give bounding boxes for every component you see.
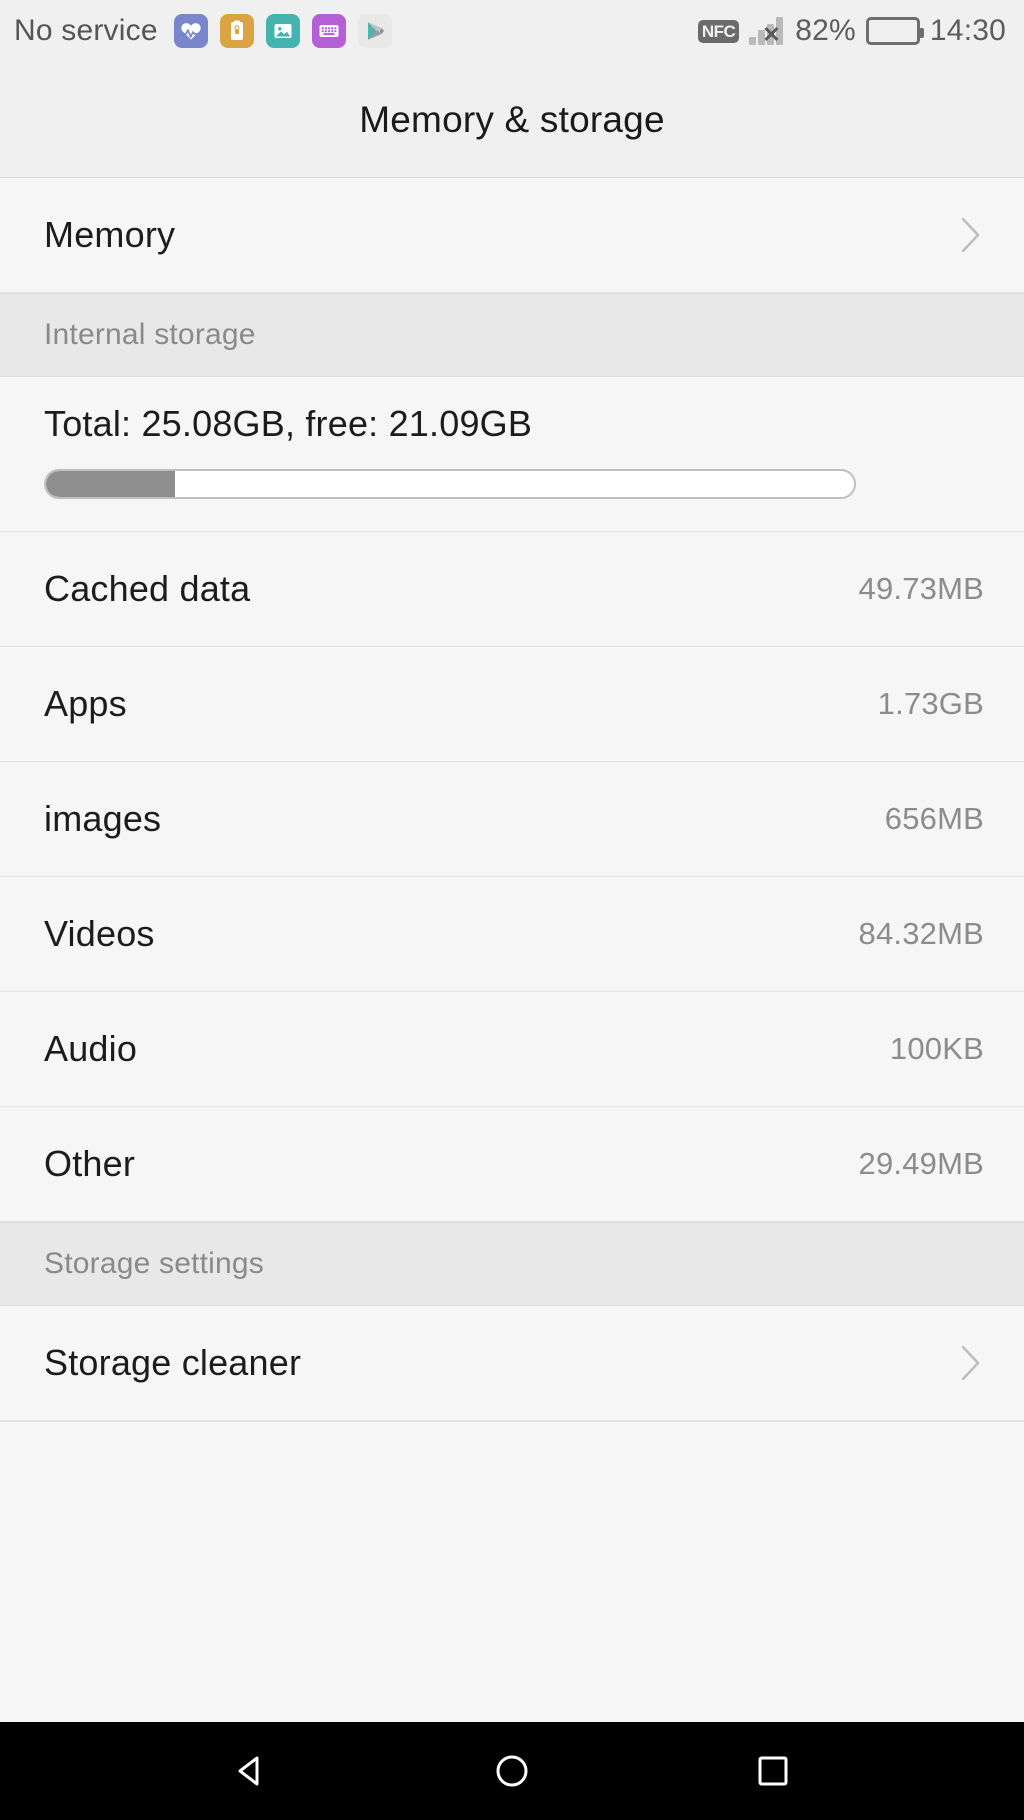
storage-category-value: 84.32MB bbox=[858, 916, 984, 951]
battery-icon bbox=[865, 17, 924, 45]
memory-label: Memory bbox=[44, 214, 176, 255]
chevron-right-icon bbox=[958, 213, 984, 257]
storage-category-value: 656MB bbox=[884, 801, 984, 836]
storage-cleaner-label: Storage cleaner bbox=[44, 1342, 302, 1383]
carrier-label: No service bbox=[14, 14, 158, 47]
status-bar-right: NFC ✕ 82% 14:30 bbox=[697, 14, 1006, 48]
storage-usage-progressbar bbox=[44, 469, 856, 499]
home-button[interactable] bbox=[464, 1722, 560, 1820]
storage-category-value: 49.73MB bbox=[858, 571, 984, 606]
status-bar-left: No service bbox=[14, 14, 698, 48]
play-store-icon bbox=[357, 14, 392, 48]
storage-category-label: Other bbox=[44, 1143, 136, 1184]
storage-category-value: 100KB bbox=[889, 1031, 984, 1066]
title-bar: Memory & storage bbox=[0, 62, 1024, 178]
section-header-internal-storage: Internal storage bbox=[0, 293, 1024, 377]
list-item-storage-category[interactable]: Audio 100KB bbox=[0, 992, 1024, 1107]
clock-label: 14:30 bbox=[929, 14, 1006, 47]
back-button[interactable] bbox=[203, 1722, 299, 1820]
system-navigation-bar bbox=[0, 1722, 1024, 1820]
section-header-storage-settings: Storage settings bbox=[0, 1222, 1024, 1306]
page-title: Memory & storage bbox=[359, 98, 665, 140]
list-item-storage-category[interactable]: Other 29.49MB bbox=[0, 1107, 1024, 1222]
settings-list: Memory Internal storage Total: 25.08GB, … bbox=[0, 178, 1024, 1722]
list-item-storage-category[interactable]: Cached data 49.73MB bbox=[0, 532, 1024, 647]
phone-screen: No service NFC ✕ 82% 14:30 Memory & stor… bbox=[0, 0, 1024, 1820]
storage-category-value: 29.49MB bbox=[858, 1146, 984, 1181]
storage-totals-label: Total: 25.08GB, free: 21.09GB bbox=[44, 403, 533, 444]
storage-category-value: 1.73GB bbox=[877, 686, 984, 721]
battery-percent-label: 82% bbox=[795, 14, 856, 47]
keyboard-icon bbox=[311, 14, 346, 48]
list-bottom-spacer bbox=[0, 1421, 1024, 1722]
section-header-label: Storage settings bbox=[44, 1247, 264, 1280]
storage-category-label: Cached data bbox=[44, 568, 251, 609]
storage-usage-fill bbox=[46, 471, 176, 497]
storage-category-label: Audio bbox=[44, 1028, 138, 1069]
gallery-icon bbox=[265, 14, 300, 48]
list-item-storage-category[interactable]: Apps 1.73GB bbox=[0, 647, 1024, 762]
chevron-right-icon bbox=[958, 1341, 984, 1385]
storage-breakdown-list: Cached data 49.73MB Apps 1.73GB images 656MB V… bbox=[0, 532, 1024, 1222]
storage-category-label: Apps bbox=[44, 683, 127, 724]
section-header-label: Internal storage bbox=[44, 318, 256, 351]
notification-icons bbox=[173, 14, 392, 48]
file-lock-icon bbox=[219, 14, 254, 48]
internal-storage-summary: Total: 25.08GB, free: 21.09GB bbox=[0, 377, 1024, 532]
nfc-icon: NFC bbox=[697, 19, 740, 43]
health-icon bbox=[173, 14, 208, 48]
list-item-memory[interactable]: Memory bbox=[0, 178, 1024, 293]
list-item-storage-cleaner[interactable]: Storage cleaner bbox=[0, 1306, 1024, 1421]
status-bar: No service NFC ✕ 82% 14:30 bbox=[0, 0, 1024, 62]
list-item-storage-category[interactable]: images 656MB bbox=[0, 762, 1024, 877]
list-item-storage-category[interactable]: Videos 84.32MB bbox=[0, 877, 1024, 992]
storage-category-label: Videos bbox=[44, 913, 155, 954]
signal-no-service-icon: ✕ bbox=[749, 17, 785, 46]
recents-button[interactable] bbox=[725, 1722, 821, 1820]
storage-category-label: images bbox=[44, 798, 162, 839]
